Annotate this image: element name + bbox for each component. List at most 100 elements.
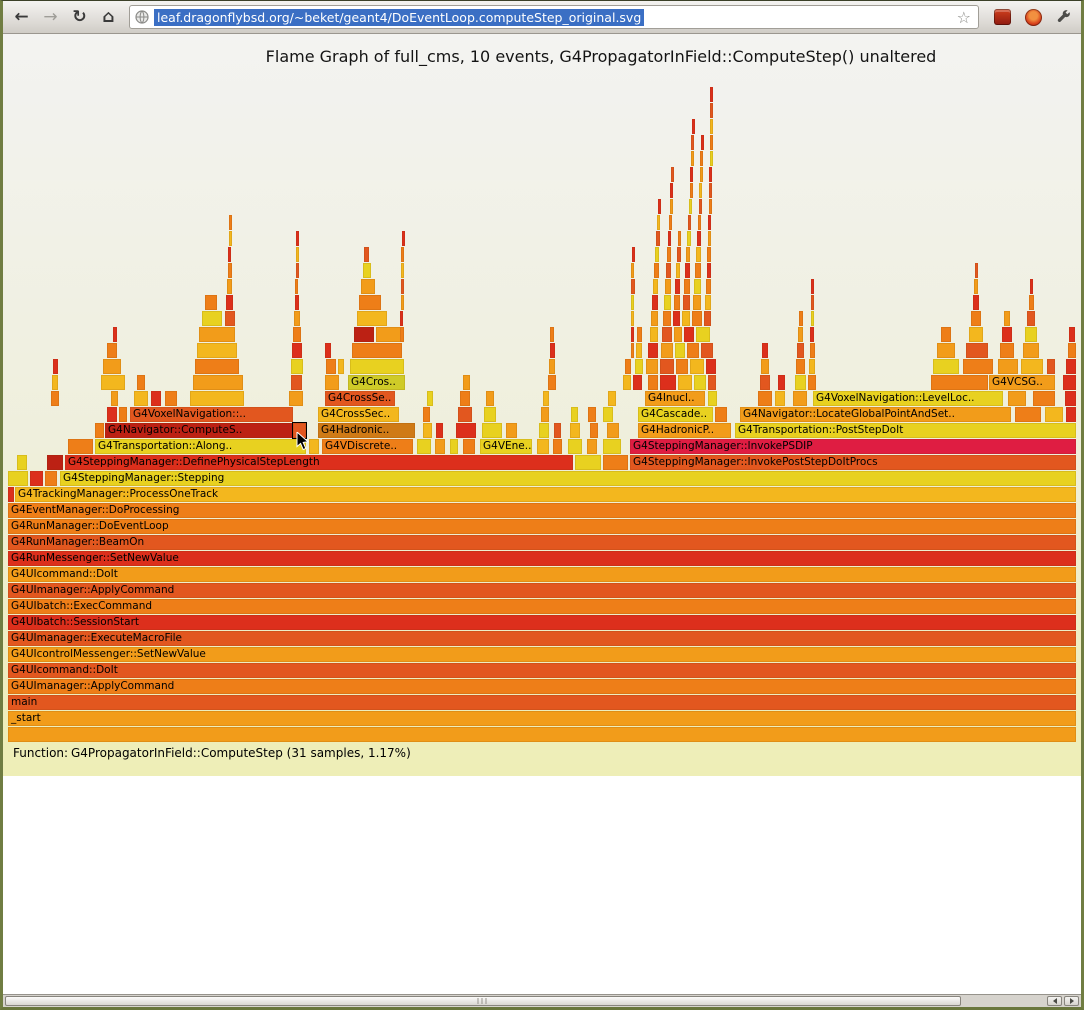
- flame-frame[interactable]: [107, 407, 117, 422]
- flame-frame[interactable]: [402, 231, 405, 246]
- flame-frame[interactable]: [450, 439, 458, 454]
- flame-frame[interactable]: [690, 359, 704, 374]
- flame-frame[interactable]: [553, 439, 562, 454]
- flame-frame[interactable]: [674, 327, 682, 342]
- flame-frame[interactable]: [631, 311, 634, 326]
- flame-frame[interactable]: [228, 247, 231, 262]
- bookmark-star-icon[interactable]: ☆: [955, 8, 973, 27]
- flame-frame[interactable]: [1023, 343, 1039, 358]
- flame-frame[interactable]: [632, 247, 635, 262]
- flame-frame[interactable]: [549, 359, 555, 374]
- flame-frame[interactable]: [623, 375, 631, 390]
- flame-frame[interactable]: [294, 311, 300, 326]
- flame-frame[interactable]: [1047, 359, 1055, 374]
- flame-frame[interactable]: [665, 279, 671, 294]
- flame-frame[interactable]: [648, 343, 658, 358]
- flame-frame[interactable]: G4SteppingManager::Stepping: [60, 471, 1076, 486]
- flame-frame[interactable]: [436, 423, 443, 438]
- flame-frame[interactable]: [798, 327, 803, 342]
- flame-frame[interactable]: [354, 327, 374, 342]
- flame-frame[interactable]: [359, 295, 381, 310]
- flame-frame[interactable]: [325, 343, 331, 358]
- flame-frame[interactable]: [165, 391, 177, 406]
- flame-frame[interactable]: G4Hadronic..: [318, 423, 415, 438]
- flame-frame[interactable]: G4SteppingManager::DefinePhysicalStepLen…: [65, 455, 573, 470]
- flame-frame[interactable]: [607, 423, 619, 438]
- flame-frame[interactable]: [1065, 391, 1076, 406]
- flame-frame[interactable]: [548, 375, 556, 390]
- flame-frame[interactable]: [1029, 295, 1034, 310]
- flame-frame[interactable]: [708, 215, 711, 230]
- flame-frame[interactable]: [228, 263, 232, 278]
- flame-frame[interactable]: [225, 311, 235, 326]
- flame-frame[interactable]: [697, 231, 701, 246]
- flame-frame[interactable]: [797, 343, 804, 358]
- flame-frame[interactable]: [706, 279, 711, 294]
- flame-frame[interactable]: [417, 439, 431, 454]
- flame-frame[interactable]: G4RunManager::DoEventLoop: [8, 519, 1076, 534]
- flame-frame[interactable]: [193, 375, 243, 390]
- flame-frame[interactable]: G4VDiscrete..: [322, 439, 413, 454]
- flame-frame[interactable]: [809, 359, 815, 374]
- flame-frame[interactable]: [95, 423, 104, 438]
- flame-frame[interactable]: G4RunManager::BeamOn: [8, 535, 1076, 550]
- flame-frame[interactable]: [937, 343, 955, 358]
- flame-frame[interactable]: [229, 215, 232, 230]
- flame-frame[interactable]: [651, 311, 658, 326]
- flame-frame[interactable]: [463, 439, 475, 454]
- flame-frame[interactable]: [671, 167, 674, 182]
- flame-frame[interactable]: [570, 423, 580, 438]
- flame-frame[interactable]: [45, 471, 57, 486]
- flame-frame[interactable]: [811, 295, 814, 310]
- flame-frame[interactable]: [226, 295, 233, 310]
- flame-frame[interactable]: [653, 279, 658, 294]
- flame-frame[interactable]: [663, 311, 671, 326]
- flame-frame[interactable]: [974, 279, 978, 294]
- flame-frame[interactable]: [1063, 375, 1076, 390]
- flame-frame[interactable]: [363, 263, 371, 278]
- flame-frame[interactable]: [660, 359, 674, 374]
- flame-frame[interactable]: [810, 343, 815, 358]
- flame-frame[interactable]: [588, 407, 596, 422]
- reload-button[interactable]: ↻: [66, 4, 93, 30]
- flame-frame[interactable]: [699, 199, 702, 214]
- flame-frame[interactable]: G4TrackingManager::ProcessOneTrack: [15, 487, 1076, 502]
- flame-frame[interactable]: [657, 215, 660, 230]
- flame-frame[interactable]: [761, 359, 769, 374]
- flame-frame[interactable]: [637, 327, 642, 342]
- flame-frame[interactable]: [8, 727, 1076, 742]
- flame-frame[interactable]: [683, 295, 690, 310]
- flame-frame[interactable]: [658, 199, 661, 214]
- scroll-left-button[interactable]: [1047, 996, 1062, 1006]
- flame-frame[interactable]: [975, 263, 978, 278]
- flame-frame[interactable]: [700, 167, 703, 182]
- flame-frame[interactable]: G4Navigator::LocateGlobalPointAndSet..: [740, 407, 1011, 422]
- flame-frame[interactable]: [296, 247, 299, 262]
- flame-frame[interactable]: [571, 407, 578, 422]
- flame-frame[interactable]: [676, 263, 680, 278]
- flame-frame[interactable]: [199, 327, 235, 342]
- flame-frame[interactable]: [423, 423, 432, 438]
- flame-frame[interactable]: [760, 375, 770, 390]
- flame-frame[interactable]: [708, 375, 716, 390]
- flame-frame[interactable]: [1000, 343, 1014, 358]
- flame-frame[interactable]: [119, 407, 127, 422]
- flame-frame[interactable]: [401, 295, 404, 310]
- flame-frame[interactable]: [710, 135, 713, 150]
- flame-frame[interactable]: [684, 327, 694, 342]
- flame-frame[interactable]: [636, 343, 642, 358]
- flame-frame[interactable]: [625, 359, 631, 374]
- flame-frame[interactable]: G4CrossSec..: [318, 407, 399, 422]
- back-button[interactable]: ←: [8, 4, 35, 30]
- flame-frame[interactable]: [698, 215, 701, 230]
- flame-frame[interactable]: [296, 231, 299, 246]
- flame-frame[interactable]: G4VEne..: [480, 439, 532, 454]
- flame-frame[interactable]: [291, 375, 302, 390]
- flame-frame[interactable]: [709, 167, 712, 182]
- flame-frame[interactable]: G4HadronicP..: [638, 423, 731, 438]
- flame-frame[interactable]: [661, 343, 673, 358]
- flame-frame[interactable]: [694, 375, 706, 390]
- flame-frame[interactable]: [292, 343, 302, 358]
- flame-frame[interactable]: [68, 439, 93, 454]
- flame-frame[interactable]: [808, 375, 816, 390]
